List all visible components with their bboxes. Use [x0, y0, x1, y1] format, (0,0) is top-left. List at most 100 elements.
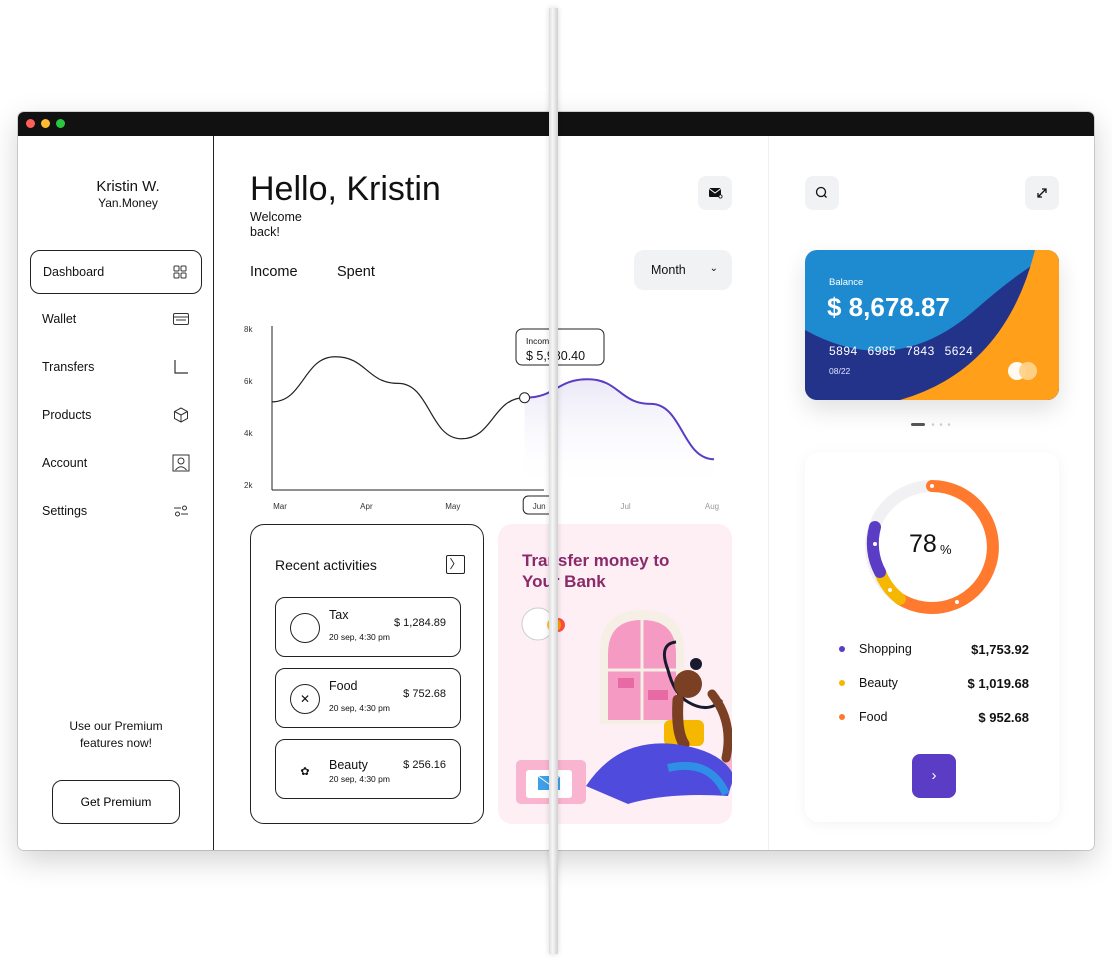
x-tick-label: Aug	[705, 502, 719, 511]
activity-date: 20 sep, 4:30 pm	[329, 703, 390, 713]
recent-activities-title: Recent activities	[275, 557, 377, 573]
legend-item: Food $ 952.68	[839, 708, 1029, 728]
x-tick-label: Apr	[360, 502, 373, 511]
user-icon	[172, 454, 190, 472]
chevron-down-icon: ⌄	[709, 263, 718, 274]
legend-name: Food	[859, 710, 888, 724]
transfer-icon	[174, 360, 188, 374]
activity-amount: $ 1,284.89	[394, 617, 446, 629]
sliders-icon	[174, 505, 188, 517]
x-tick-label: Mar	[273, 502, 287, 511]
card-pagination-dots[interactable]	[911, 422, 955, 428]
sidebar-item-products[interactable]: Products	[30, 394, 202, 438]
card-number: 5894 6985 7843 5624	[829, 344, 974, 358]
legend-value: $ 1,019.68	[967, 676, 1029, 691]
tab-spent[interactable]: Spent	[337, 264, 375, 280]
card-expiry: 08/22	[829, 366, 851, 376]
search-button[interactable]	[805, 176, 839, 210]
sidebar-item-label: Products	[42, 408, 92, 422]
bank-card[interactable]: Balance $ 8,678.87 5894 6985 7843 5624 0…	[805, 250, 1059, 400]
premium-promo-text: Use our Premium features now!	[18, 718, 214, 752]
y-tick-label: 2k	[244, 481, 253, 490]
grid-icon	[173, 265, 187, 279]
period-select[interactable]: Month ⌄	[634, 250, 732, 290]
activity-name: Food	[329, 679, 358, 693]
activity-row[interactable]: Tax 20 sep, 4:30 pm $ 1,284.89	[275, 597, 461, 657]
activity-amount: $ 256.16	[403, 759, 446, 771]
legend-dot-icon	[839, 680, 845, 686]
user-name: Kristin W.	[96, 178, 160, 195]
income-line-sketch	[271, 356, 525, 440]
data-point-marker[interactable]	[519, 392, 531, 404]
spending-stats-card: 78 % Shopping $1,753.92 Beauty $ 1,019.6…	[805, 452, 1059, 822]
activity-name: Beauty	[329, 758, 368, 772]
x-tick-label: Jun	[533, 502, 546, 511]
sidebar-item-wallet[interactable]: Wallet	[30, 298, 202, 342]
x-tick-label: Jul	[620, 502, 630, 511]
income-tooltip: Income $ 5,980.40	[515, 328, 605, 366]
leaf-icon: ✿	[300, 766, 310, 778]
wallet-icon	[173, 313, 189, 325]
next-button[interactable]: ›	[912, 754, 956, 798]
activity-date: 20 sep, 4:30 pm	[329, 774, 390, 784]
mail-icon	[708, 188, 723, 199]
spending-percent: 78	[909, 530, 937, 558]
search-icon	[815, 186, 827, 198]
chevron-right-icon[interactable]: 〉	[446, 555, 465, 574]
y-tick-label: 8k	[244, 325, 253, 334]
page-title: Hello, Kristin	[250, 170, 441, 208]
sidebar-item-label: Account	[42, 456, 88, 470]
percent-sign: %	[940, 542, 952, 557]
transfer-money-card[interactable]: Transfer money to Your Bank	[498, 524, 732, 824]
chevron-right-icon: ›	[931, 767, 937, 784]
sidebar-item-dashboard[interactable]: Dashboard	[30, 250, 202, 294]
activity-amount: $ 752.68	[403, 688, 446, 700]
activity-row[interactable]: ✕ Food 20 sep, 4:30 pm $ 752.68	[275, 668, 461, 728]
legend-item: Shopping $1,753.92	[839, 640, 1029, 660]
yoga-illustration	[516, 607, 732, 804]
sidebar-item-label: Settings	[42, 504, 88, 518]
sidebar-item-settings[interactable]: Settings	[30, 490, 202, 534]
legend-item: Beauty $ 1,019.68	[839, 674, 1029, 694]
activity-row[interactable]: ✿ Beauty 20 sep, 4:30 pm $ 256.16	[275, 739, 461, 799]
comparison-slider-handle[interactable]	[549, 8, 558, 954]
diagonal-arrow-icon	[1037, 188, 1047, 198]
sidebar-item-account[interactable]: Account	[30, 442, 202, 486]
main-content: Hello, Kristin Welcome back! Income Spen…	[214, 136, 768, 850]
legend-name: Beauty	[859, 676, 898, 690]
legend-dot-icon	[839, 714, 845, 720]
welcome-text: Welcome back!	[250, 210, 302, 239]
sidebar-item-label: Wallet	[42, 312, 77, 326]
sidebar-item-label: Transfers	[42, 360, 95, 374]
premium-text-line-1: Use our Premium	[69, 719, 163, 733]
card-network-icon	[1008, 362, 1037, 380]
premium-text-line-2: features now!	[79, 736, 153, 750]
legend-value: $ 952.68	[978, 710, 1029, 725]
sidebar-item-transfers[interactable]: Transfers	[30, 346, 202, 390]
right-panel: Balance $ 8,678.87 5894 6985 7843 5624 0…	[768, 136, 1094, 850]
recent-activities-card: Recent activities 〉 Tax 20 sep, 4:30 pm …	[250, 524, 484, 824]
activity-date: 20 sep, 4:30 pm	[329, 632, 390, 642]
activity-name: Tax	[329, 608, 349, 622]
balance-label: Balance	[829, 277, 864, 288]
legend-name: Shopping	[859, 642, 912, 656]
maximize-window-button[interactable]	[56, 119, 65, 128]
legend-dot-icon	[839, 646, 845, 652]
legend-value: $1,753.92	[971, 642, 1029, 657]
sidebar-item-label: Dashboard	[43, 265, 105, 279]
tab-income[interactable]: Income	[250, 264, 298, 280]
box-icon	[174, 407, 188, 423]
balance-value: $ 8,678.87	[827, 292, 950, 322]
minimize-window-button[interactable]	[41, 119, 50, 128]
tax-icon	[290, 613, 320, 643]
get-premium-button[interactable]: Get Premium	[52, 780, 180, 824]
period-select-value: Month	[651, 263, 686, 277]
close-window-button[interactable]	[26, 119, 35, 128]
mail-button[interactable]	[698, 176, 732, 210]
x-tick-label: May	[445, 502, 460, 511]
expand-button[interactable]	[1025, 176, 1059, 210]
sidebar: Kristin W. Yan.Money Dashboard Wallet Tr…	[18, 136, 214, 850]
y-tick-label: 4k	[244, 429, 253, 438]
user-subtitle: Yan.Money	[98, 196, 158, 210]
food-icon: ✕	[290, 684, 320, 714]
